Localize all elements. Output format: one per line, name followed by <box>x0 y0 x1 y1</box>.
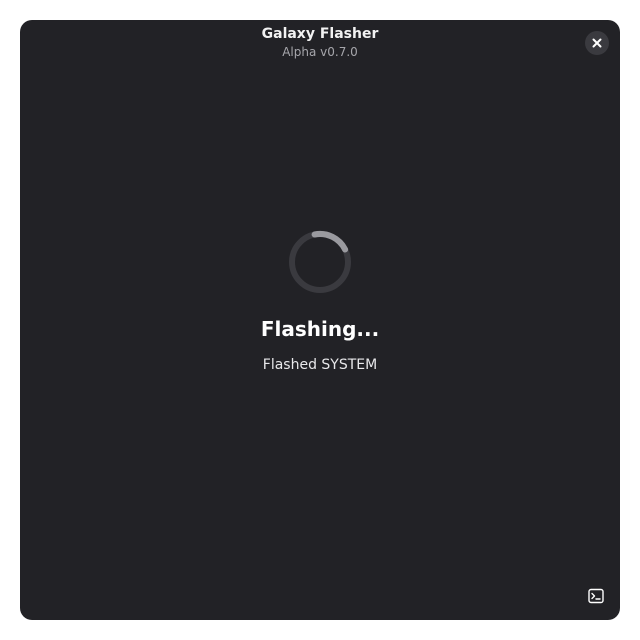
status-title: Flashing... <box>260 317 380 341</box>
terminal-button[interactable] <box>587 587 605 605</box>
header-bar: Galaxy Flasher Alpha v0.7.0 <box>20 20 620 66</box>
spinner-icon <box>289 231 351 293</box>
app-version: Alpha v0.7.0 <box>282 45 358 59</box>
status-detail: Flashed SYSTEM <box>262 357 378 373</box>
terminal-icon <box>588 588 604 604</box>
app-title: Galaxy Flasher <box>261 26 379 42</box>
close-icon <box>592 38 602 48</box>
app-window: Galaxy Flasher Alpha v0.7.0 Flashing... … <box>20 20 620 620</box>
close-button[interactable] <box>585 31 609 55</box>
